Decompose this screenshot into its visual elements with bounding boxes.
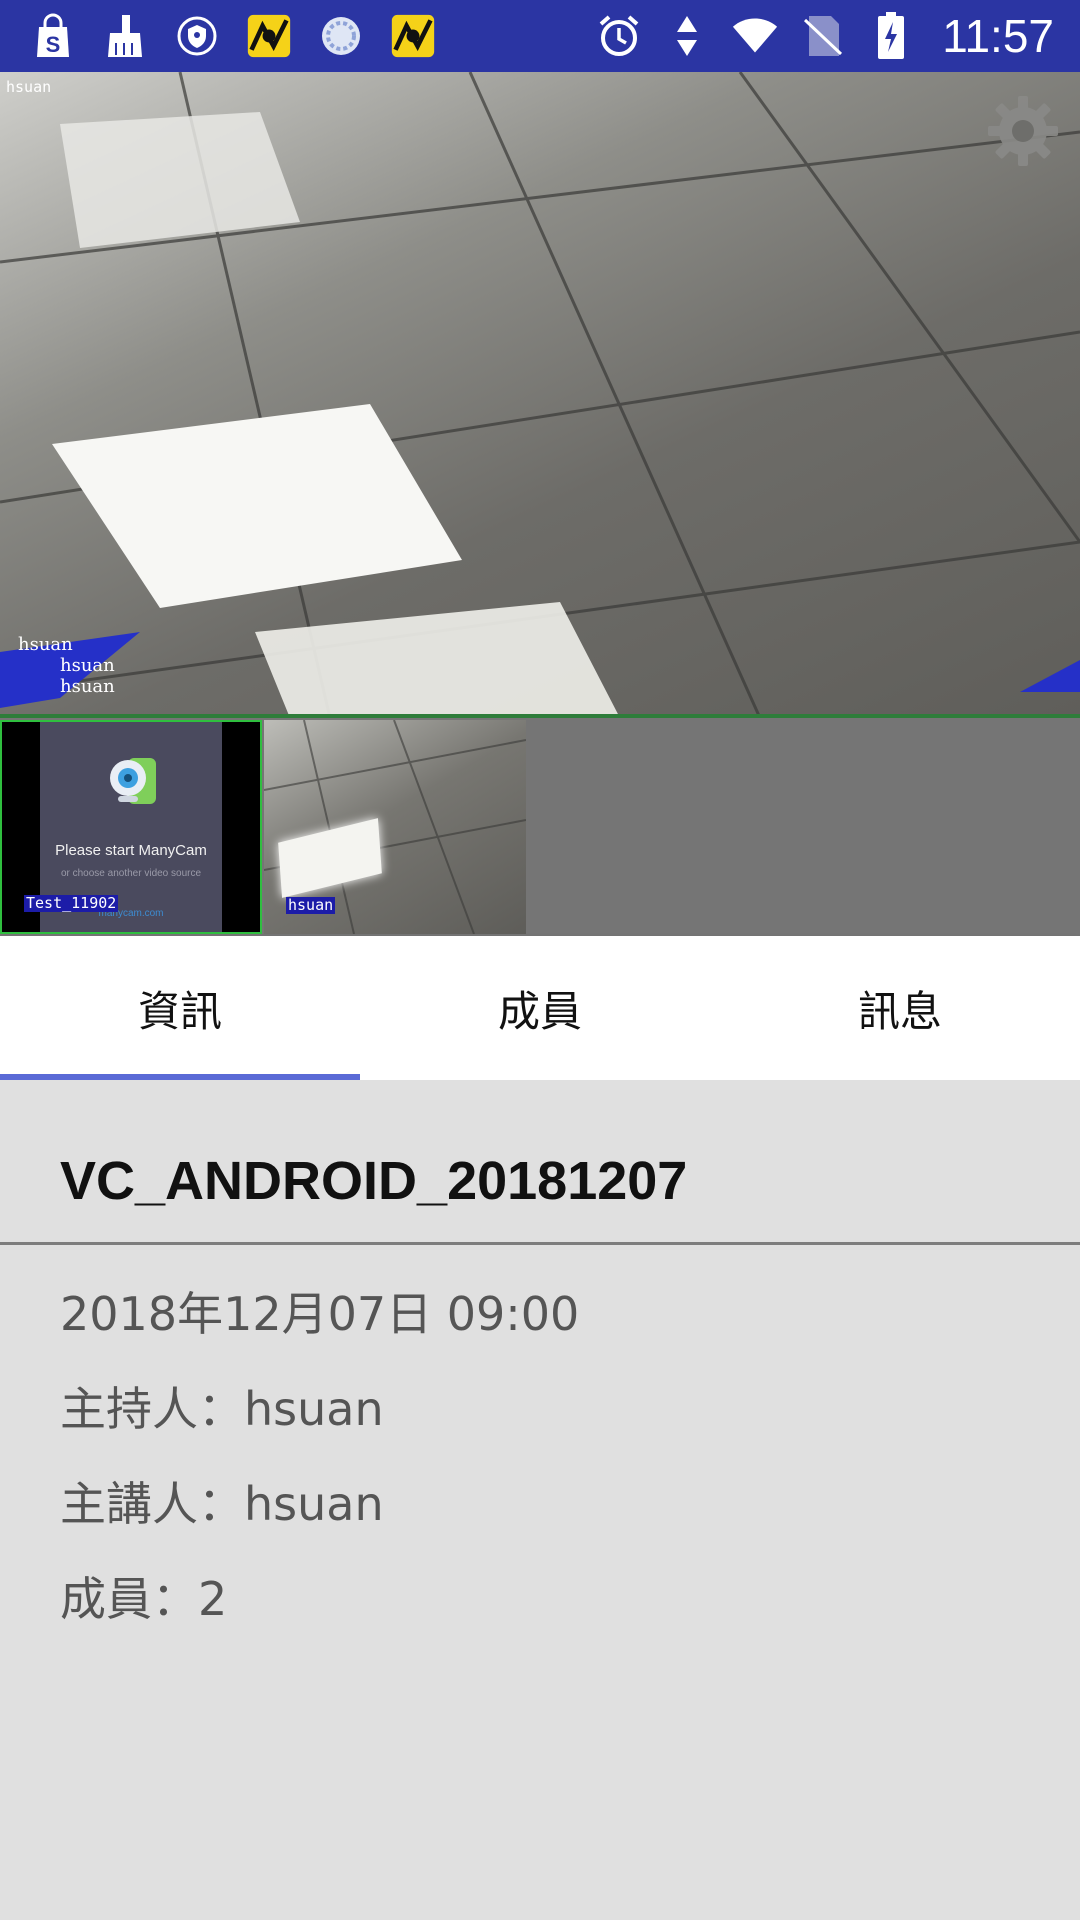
divider	[0, 1242, 1080, 1245]
placeholder-title: Please start ManyCam	[55, 842, 207, 859]
overlay-label: hsuan	[60, 676, 115, 697]
video-owner-label: hsuan	[6, 78, 52, 96]
placeholder-subtitle: or choose another video source	[60, 868, 202, 879]
meeting-host: 主持人：hsuan	[60, 1382, 384, 1436]
svg-text:S: S	[46, 32, 61, 57]
loading-circle-icon	[318, 13, 364, 59]
shield-icon	[174, 13, 220, 59]
system-icons: 11:57	[596, 9, 1054, 63]
video-frame	[0, 72, 1080, 718]
webcam-icon	[110, 758, 156, 804]
meeting-name: VC_ANDROID_20181207	[60, 1151, 688, 1211]
thumbnail-strip: Please start ManyCam or choose another v…	[0, 718, 1080, 936]
tab-members[interactable]: 成員	[360, 936, 720, 1080]
tab-messages[interactable]: 訊息	[720, 936, 1080, 1080]
battery-charging-icon	[868, 12, 914, 59]
video-overlay-labels: hsuan hsuan hsuan	[18, 634, 115, 697]
alarm-icon	[596, 13, 642, 59]
thumbnail-label: hsuan	[286, 896, 336, 914]
notification-icons: S	[30, 13, 436, 59]
member-count: 成員：2	[60, 1572, 228, 1626]
meeting-speaker: 主講人：hsuan	[60, 1477, 384, 1531]
meeting-info-panel: VC_ANDROID_20181207 2018年12月07日 09:00 主持…	[0, 1080, 1080, 1920]
cartoon-app-icon	[246, 13, 292, 59]
cartoon-app-icon	[390, 13, 436, 59]
overlay-label: hsuan	[60, 655, 115, 676]
participant-thumbnail[interactable]: hsuan	[264, 720, 526, 934]
main-video[interactable]: hsuan hsuan hsuan hsuan	[0, 72, 1080, 718]
data-arrows-icon	[664, 13, 710, 59]
gear-icon	[988, 96, 1058, 166]
no-sim-icon	[800, 13, 846, 59]
tab-info[interactable]: 資訊	[0, 936, 360, 1080]
settings-button[interactable]	[986, 94, 1060, 168]
tab-bar: 資訊 成員 訊息	[0, 936, 1080, 1080]
meeting-date: 2018年12月07日 09:00	[60, 1287, 580, 1341]
shopping-bag-icon: S	[30, 13, 76, 59]
participant-thumbnail[interactable]: Please start ManyCam or choose another v…	[0, 720, 262, 934]
wifi-icon	[732, 13, 778, 59]
screen: S 11:57 hsuan hsuan hsuan hsuan Please s…	[0, 0, 1080, 1920]
broom-icon	[102, 13, 148, 59]
status-bar: S 11:57	[0, 0, 1080, 72]
clock: 11:57	[942, 10, 1054, 62]
overlay-label: hsuan	[18, 634, 73, 655]
thumbnail-label: Test_11902	[24, 894, 119, 912]
